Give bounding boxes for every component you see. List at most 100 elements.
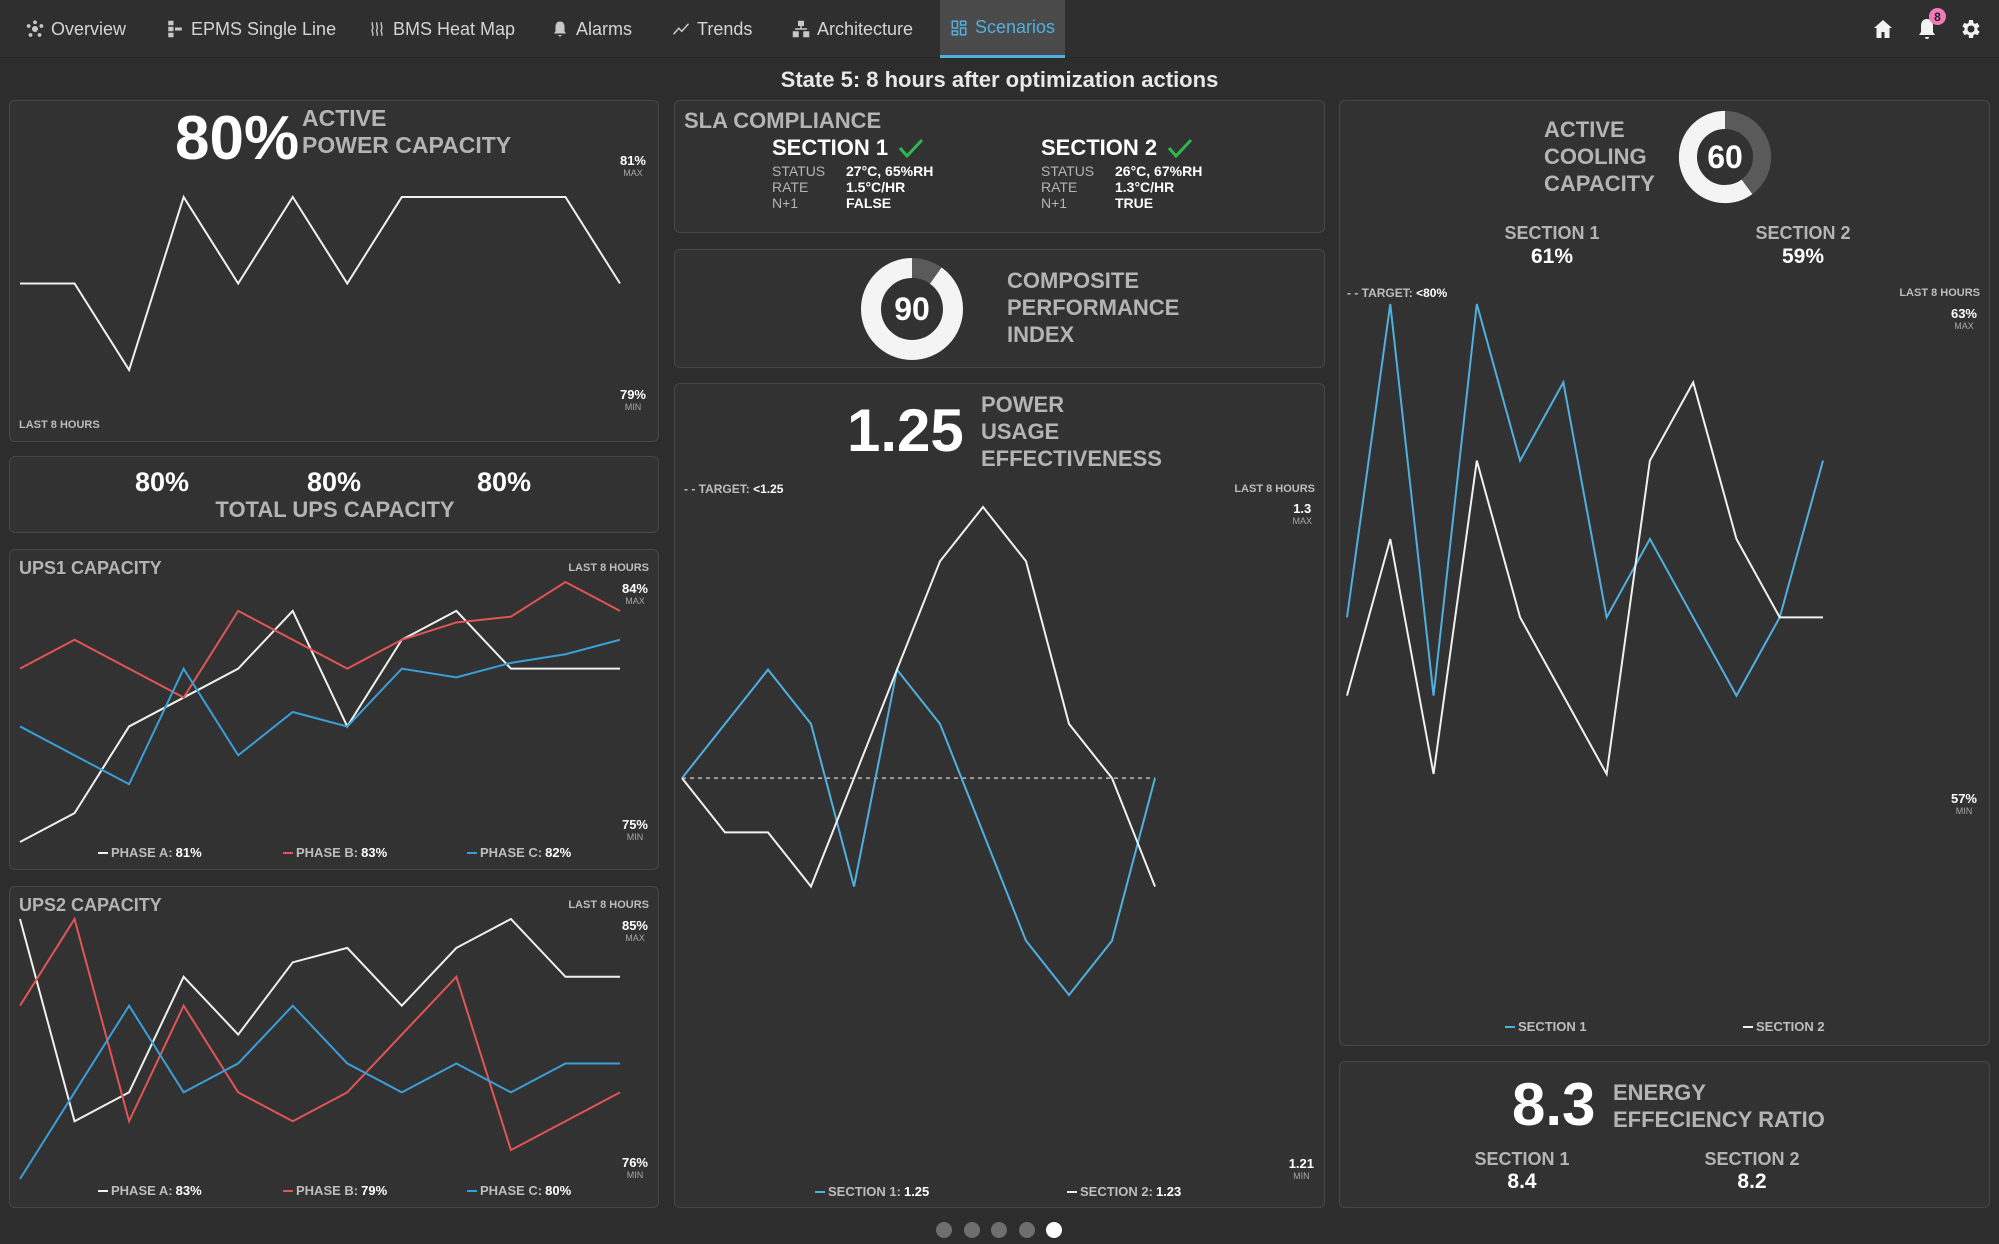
min-readout: 57% MIN [1950,791,1977,816]
target-label: - - TARGET: <1.25 [684,482,784,496]
page-dot-1[interactable] [936,1222,952,1238]
eer-label: ENERGY EFFECIENCY RATIO [1613,1080,1825,1132]
max-readout: 84% MAX [621,581,648,606]
series-line-phase-c [19,1003,620,1180]
legend-section-2: SECTION 2 [1743,1019,1825,1034]
ups2-title: UPS2 CAPACITY [19,895,162,915]
legend-section-1: SECTION 1 [1505,1019,1587,1034]
eer-card: 8.3 ENERGY EFFECIENCY RATIO SECTION 1 8.4… [1339,1061,1990,1208]
eer-section-2: SECTION 2 8.2 [1704,1149,1800,1193]
active-power-label: ACTIVE POWER CAPACITY [302,105,511,159]
cpi-card: 90 COMPOSITE PERFORMANCE INDEX [674,249,1325,368]
tab-label: Trends [697,18,753,39]
series-line-phase-c [19,638,621,786]
ups-total-value: 80% [135,467,190,497]
pue-label: POWER USAGE EFFECTIVENESS [981,392,1162,471]
legend-section-1: SECTION 1: 1.25 [815,1184,929,1199]
tab-scenarios[interactable]: Scenarios [940,0,1066,58]
legend-section-2: SECTION 2: 1.23 [1067,1184,1181,1199]
page-dot-4[interactable] [1018,1222,1035,1238]
series-line-section-1 [1346,303,1824,698]
ups-total-value: 80% [307,467,362,497]
notifications-button[interactable]: 8 [1915,8,1946,44]
period-label: LAST 8 HOURS [568,899,649,911]
home-icon [1874,20,1892,38]
tab-architecture[interactable]: Architecture [792,0,913,58]
max-readout: 81% MAX [619,153,646,178]
ups1-title: UPS1 CAPACITY [19,558,162,578]
legend-phase-b: PHASE B: 79% [283,1183,387,1198]
max-readout: 63% MAX [1950,306,1977,331]
period-label: LAST 8 HOURS [1234,483,1315,495]
series-line-phase-a [19,609,620,843]
tab-label: Alarms [576,18,633,39]
period-label: LAST 8 HOURS [1899,287,1980,299]
ups1-chart [19,580,621,843]
single-line-icon [168,20,182,38]
label-line: POWER CAPACITY [302,132,512,158]
series-line-section-2 [1346,379,1823,778]
pue-value: 1.25 [847,397,964,464]
total-ups-card: 80% 80% 80% TOTAL UPS CAPACITY [9,456,659,533]
check-icon [1168,138,1193,158]
page-dot-2[interactable] [963,1222,980,1238]
architecture-icon [792,20,810,38]
sla-section-1: SECTION 1 STATUS 27°C, 65%RH RATE 1.5°C/HR… [772,135,933,211]
section-name: SECTION 1 [772,135,889,160]
max-readout: 85% MAX [621,918,648,943]
page-dot-3[interactable] [991,1222,1007,1238]
active-power-value: 80% [175,104,300,173]
sla-title: SLA COMPLIANCE [684,108,882,133]
sla-table: STATUS 27°C, 65%RH RATE 1.5°C/HR N+1 FALSE [772,163,934,211]
hub-icon [26,20,44,37]
legend-phase-a: PHASE A: 83% [98,1183,202,1198]
period-label: LAST 8 HOURS [568,562,649,574]
min-readout: 1.21 MIN [1288,1156,1314,1181]
sla-section-2: SECTION 2 STATUS 26°C, 67%RH RATE 1.3°C/HR… [1041,135,1202,211]
trend-icon [672,23,690,35]
tab-overview[interactable]: Overview [26,0,126,58]
cooling-chart [1346,303,1824,778]
eer-section-1: SECTION 1 8.4 [1474,1149,1570,1193]
state-title: State 5: 8 hours after optimization acti… [780,67,1219,92]
ups2-chart [19,916,621,1180]
tab-label: Scenarios [975,17,1056,37]
cpi-label: COMPOSITE PERFORMANCE INDEX [1007,268,1180,347]
legend-phase-a: PHASE A: 81% [98,845,202,860]
active-power-chart [20,194,621,373]
min-readout: 76% MIN [621,1155,648,1180]
legend-phase-c: PHASE C: 80% [467,1183,571,1198]
dashboard-icon [951,20,967,35]
tab-trends[interactable]: Trends [672,0,752,58]
tab-alarms[interactable]: Alarms [551,0,632,58]
tab-epms-single-line[interactable]: EPMS Single Line [166,0,336,58]
target-label: - - TARGET: <80% [1347,286,1448,300]
total-ups-label: TOTAL UPS CAPACITY [215,497,455,522]
settings-button[interactable] [1958,14,1982,44]
cooling-value: 60 [1707,138,1743,175]
cooling-section-1: SECTION 1 61% [1504,223,1600,268]
bell-icon [554,21,566,37]
legend-phase-b: PHASE B: 83% [283,845,387,860]
pue-chart [681,505,1156,997]
min-readout: 79% MIN [619,387,646,412]
eer-value: 8.3 [1512,1071,1596,1138]
label-line: ACTIVE [302,105,387,131]
cpi-value: 90 [894,290,930,327]
cooling-section-2: SECTION 2 59% [1755,223,1851,268]
check-icon [899,138,924,158]
series-line-active-power [20,194,621,373]
tab-label: EPMS Single Line [191,18,337,39]
page-dot-5[interactable] [1046,1222,1062,1238]
max-readout: 1.3 MAX [1292,501,1312,526]
tab-label: BMS Heat Map [393,18,516,39]
cooling-label: ACTIVE COOLING CAPACITY [1544,117,1655,196]
period-label: LAST 8 HOURS [19,419,100,431]
section-name: SECTION 2 [1041,135,1158,160]
notification-badge: 8 [1929,8,1946,25]
tab-bms-heat-map[interactable]: BMS Heat Map [368,0,515,58]
tab-label: Overview [51,18,127,39]
heat-icon [371,21,383,37]
min-readout: 75% MIN [621,817,648,842]
home-button[interactable] [1871,14,1895,44]
